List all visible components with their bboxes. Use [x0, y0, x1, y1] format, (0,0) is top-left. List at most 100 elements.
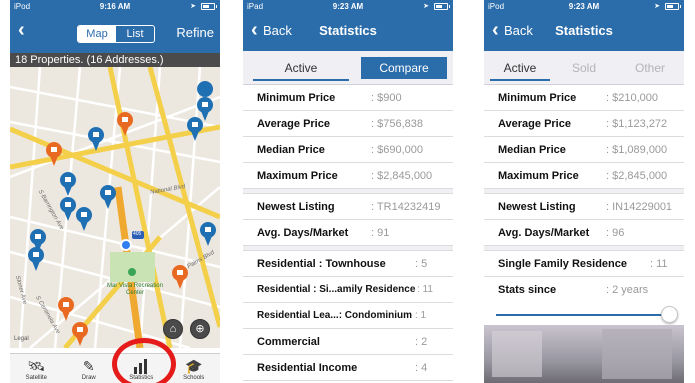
stat-row: Residential Income : 4	[243, 355, 453, 381]
stats-list: Minimum Price : $210,000 Average Price: $…	[484, 85, 684, 327]
stat-row: Residential Lea...: Condominium: 1	[243, 303, 453, 329]
map-view[interactable]: National Blvd Palms Blvd S Barrington Av…	[10, 67, 220, 348]
graduation-cap-icon: 🎓	[185, 358, 203, 374]
battery-icon	[665, 3, 681, 10]
stats-tabs: Active Compare	[243, 51, 453, 85]
pencil-icon: ✎	[82, 358, 95, 374]
slider-track	[496, 314, 670, 316]
stat-row: Avg. Days/Market : 91	[243, 220, 453, 246]
refine-button[interactable]: Refine	[176, 25, 214, 40]
stat-label: Residential Income	[257, 362, 358, 374]
stat-row: Average Price: $756,838	[243, 111, 453, 137]
page-title: Statistics	[555, 23, 613, 38]
stat-label: Maximum Price	[498, 170, 579, 182]
stat-value: : $1,123,272	[606, 118, 668, 130]
stat-row: Average Price: $1,123,272	[484, 111, 684, 137]
stat-value: : $2,845,000	[606, 170, 668, 182]
tab-draw[interactable]: ✎ Draw	[63, 354, 116, 383]
stat-row: Minimum Price : $210,000	[484, 85, 684, 111]
map-pin	[117, 112, 133, 136]
stat-label: Stats since	[498, 284, 557, 296]
tab-sold[interactable]: Sold	[554, 61, 614, 75]
stat-value: : 11	[417, 284, 433, 295]
map-pin	[58, 297, 74, 321]
home-button[interactable]: ⌂	[163, 319, 183, 339]
highlight-circle	[112, 338, 176, 383]
stat-row: Avg. Days/Market: 96	[484, 220, 684, 246]
map-pin	[60, 172, 76, 196]
stats-list: Minimum Price: $900 Average Price: $756,…	[243, 85, 453, 381]
stat-label: Avg. Days/Market	[257, 227, 349, 239]
stat-label: Single Family Residence	[498, 258, 627, 270]
stat-row: Residential : Townhouse : 5	[243, 251, 453, 277]
tab-compare[interactable]: Compare	[361, 57, 447, 79]
map-pin	[187, 117, 203, 141]
stats-since-slider[interactable]	[484, 303, 684, 327]
compass-button[interactable]: ⊕	[190, 319, 210, 339]
list-tab[interactable]: List	[116, 26, 154, 42]
tab-label: Schools	[183, 375, 205, 381]
stat-row: Maximum Price : $2,845,000	[484, 163, 684, 189]
stat-value: : 5	[415, 258, 428, 270]
location-arrow-icon: ➤	[190, 3, 196, 10]
stat-row: Residential : Si...amily Residence: 11	[243, 277, 453, 303]
stat-label: Residential : Townhouse	[257, 258, 386, 270]
stat-value: : 91	[371, 227, 390, 239]
stat-row: Median Price : $1,089,000	[484, 137, 684, 163]
tab-other[interactable]: Other	[620, 61, 680, 75]
tab-satellite[interactable]: 🛰 Satellite	[10, 354, 63, 383]
stat-row: Stats since: 2 years	[484, 277, 684, 303]
map-pin	[197, 81, 214, 121]
location-arrow-icon: ➤	[423, 3, 429, 10]
battery-icon	[201, 3, 217, 10]
back-chevron-icon[interactable]: ‹	[18, 20, 25, 40]
stat-row: Newest Listing: IN14229001	[484, 194, 684, 220]
tab-label: Draw	[81, 375, 96, 381]
stat-value: : IN14229001	[606, 201, 673, 213]
map-pin	[72, 322, 88, 346]
tab-label: Satellite	[25, 375, 47, 381]
satellite-icon: 🛰	[27, 358, 46, 374]
slider-thumb[interactable]	[661, 306, 678, 323]
stat-value: : $756,838	[371, 118, 423, 130]
stat-value: : TR14232419	[371, 201, 441, 213]
clock: 9:23 AM	[332, 2, 364, 11]
stat-row: Commercial : 2	[243, 329, 453, 355]
clock: 9:16 AM	[99, 2, 131, 11]
map-pin	[100, 185, 116, 209]
map-pin	[60, 197, 76, 221]
map-screen: iPod 9:16 AM ➤ ‹ Map List Refine 18 Prop…	[10, 0, 220, 383]
current-location-dot	[122, 241, 130, 249]
status-bar: iPad 9:23 AM ➤	[243, 0, 453, 13]
stat-value: : 4	[415, 362, 428, 374]
park-marker-icon	[128, 268, 136, 276]
statistics-screen-active: iPod 9:23 AM ➤ ‹ Back Statistics Active …	[484, 0, 684, 383]
stat-label: Maximum Price	[257, 170, 338, 182]
stat-label: Median Price	[498, 144, 566, 156]
stat-value: : $210,000	[606, 92, 658, 104]
map-list-toggle: Map List	[77, 25, 155, 43]
stat-row: Minimum Price: $900	[243, 85, 453, 111]
property-count: 18 Properties. (16 Addresses.)	[10, 53, 220, 67]
map-pin	[200, 222, 216, 246]
legal-link[interactable]: Legal	[14, 336, 29, 342]
nav-bar: ‹ Back Statistics	[243, 13, 453, 51]
tab-active[interactable]: Active	[253, 61, 349, 81]
stat-value: : $1,089,000	[606, 144, 668, 156]
home-icon: ⌂	[169, 323, 177, 335]
stat-label: Residential Lea...: Condominium	[257, 310, 413, 321]
stat-label: Newest Listing	[257, 201, 335, 213]
park-label: Mar Vista Recreation Center	[107, 283, 163, 296]
stat-label: Minimum Price	[498, 92, 577, 104]
park-area	[110, 252, 155, 282]
stat-value: : $2,845,000	[371, 170, 433, 182]
stat-value: : $900	[371, 92, 402, 104]
background-photo	[484, 325, 684, 383]
tab-active[interactable]: Active	[490, 61, 550, 81]
map-tab[interactable]: Map	[78, 26, 116, 42]
stat-value: : 2	[415, 336, 428, 348]
stat-label: Commercial	[257, 336, 320, 348]
map-pin	[76, 207, 92, 231]
stat-value: : 1	[415, 310, 427, 321]
nav-bar: ‹ Map List Refine	[10, 13, 220, 53]
